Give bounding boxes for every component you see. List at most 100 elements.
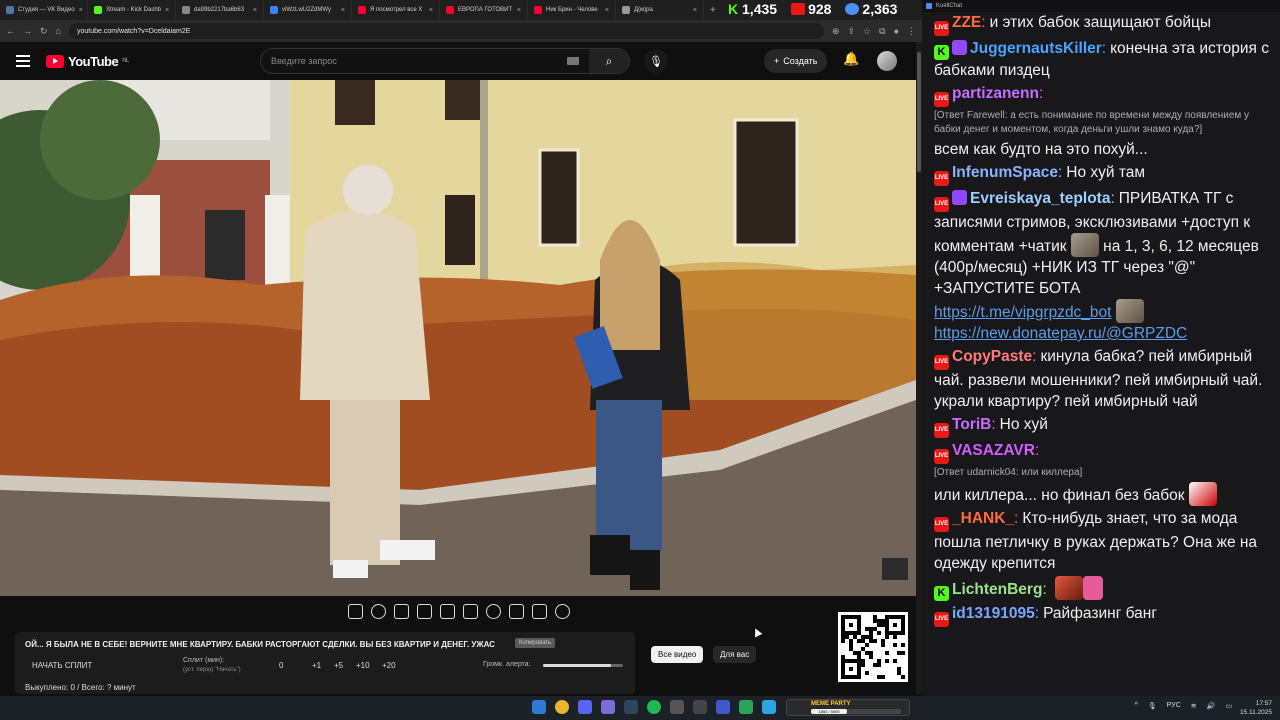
- browser-tab[interactable]: Д(м)ра ×: [616, 0, 704, 20]
- tab-label: Д(м)ра: [634, 7, 653, 13]
- profile-icon[interactable]: ●: [894, 26, 899, 36]
- scrollbar-thumb[interactable]: [917, 52, 921, 172]
- split-value-zero[interactable]: 0: [279, 661, 283, 670]
- mic-tray-icon[interactable]: 🎙: [1148, 702, 1157, 710]
- close-tab-icon[interactable]: ×: [165, 7, 169, 14]
- close-tab-icon[interactable]: ×: [79, 7, 83, 14]
- chat-text: или киллера... но финал без бабок: [934, 487, 1185, 504]
- chat-username[interactable]: CopyPaste: [952, 348, 1032, 365]
- chat-username[interactable]: id13191095: [952, 605, 1035, 622]
- chat-text: Но хуй: [999, 416, 1048, 433]
- settings-gear-icon[interactable]: [555, 604, 570, 619]
- tray-chevron-icon[interactable]: ^: [1135, 702, 1138, 710]
- clapper-icon[interactable]: [417, 604, 432, 619]
- clock[interactable]: 17:57 15.11.2025: [1240, 699, 1272, 717]
- extensions-icon[interactable]: ⧉: [879, 26, 885, 37]
- chat-link[interactable]: https://new.donatepay.ru/@GRPZDC: [934, 325, 1187, 342]
- picture-icon[interactable]: [440, 604, 455, 619]
- alert-volume-label: Громк. алерта:: [483, 661, 531, 668]
- keyboard-icon[interactable]: [567, 57, 579, 65]
- chrome-icon[interactable]: [555, 700, 569, 714]
- back-icon[interactable]: ←: [6, 26, 15, 36]
- chat-username[interactable]: Evreiskaya_teplota: [970, 190, 1110, 207]
- mouse-cursor-icon: [751, 626, 763, 638]
- battery-icon[interactable]: ▭: [1225, 702, 1232, 710]
- close-tab-icon[interactable]: ×: [605, 7, 609, 14]
- close-tab-icon[interactable]: ×: [693, 7, 697, 14]
- spotify-icon[interactable]: [647, 700, 661, 714]
- split-add-1-button[interactable]: +1: [312, 661, 321, 670]
- browser-tab[interactable]: Stream - Kick Dashb ×: [88, 0, 176, 20]
- reply-quote: [Ответ udarnick04: или киллера]: [934, 467, 1083, 478]
- volume-icon[interactable]: 🔊: [1207, 702, 1216, 710]
- voice-search-button[interactable]: 🎙: [644, 49, 668, 73]
- app-icon-2[interactable]: [693, 700, 707, 714]
- split-add-5-button[interactable]: +5: [334, 661, 343, 670]
- radio-icon[interactable]: [394, 604, 409, 619]
- cat-emote-icon: [1115, 299, 1144, 323]
- new-tab-icon[interactable]: +: [704, 5, 722, 16]
- loop-icon[interactable]: [348, 604, 363, 619]
- split-add-10-button[interactable]: +10: [356, 661, 370, 670]
- split-add-20-button[interactable]: +20: [382, 661, 396, 670]
- start-split-button[interactable]: НАЧАТЬ СПЛИТ: [32, 661, 92, 670]
- chat-username[interactable]: ZZE: [952, 14, 981, 31]
- filmstrip-icon[interactable]: [463, 604, 478, 619]
- forward-icon[interactable]: →: [23, 26, 32, 36]
- windows-start-icon[interactable]: [532, 700, 546, 714]
- copy-button[interactable]: Копировать: [515, 638, 556, 648]
- meme-party-widget[interactable]: MEME PARTY 1850 / 5000: [786, 699, 910, 716]
- chat-username[interactable]: JuggernautsKiller: [970, 40, 1102, 57]
- search-button[interactable]: ⌕: [589, 49, 629, 73]
- bookmark-star-icon[interactable]: ☆: [863, 26, 871, 37]
- chat-username[interactable]: _HANK_: [952, 510, 1014, 527]
- live-viewer-count: 928: [791, 1, 831, 17]
- chat-username[interactable]: InfenumSpace: [952, 164, 1058, 181]
- chat-username[interactable]: VASAZAVR: [952, 442, 1035, 459]
- camera-icon[interactable]: [532, 604, 547, 619]
- chat-link[interactable]: https://t.me/vipgrpzdc_bot: [934, 304, 1111, 321]
- filter-for-you[interactable]: Для вас: [713, 646, 757, 663]
- search-box[interactable]: Введите запрос ⌕: [260, 48, 630, 74]
- close-tab-icon[interactable]: ×: [429, 7, 433, 14]
- notifications-bell-icon[interactable]: 🔔: [843, 51, 859, 67]
- speed-gauge-icon[interactable]: [486, 604, 501, 619]
- chat-username[interactable]: ToriB: [952, 416, 991, 433]
- share-icon[interactable]: ⇪: [848, 26, 856, 37]
- close-tab-icon[interactable]: ×: [341, 7, 345, 14]
- browser-tab[interactable]: da99b2217ba6b63 ×: [176, 0, 264, 20]
- language-indicator[interactable]: РУС: [1167, 702, 1181, 710]
- avatar[interactable]: [877, 51, 897, 71]
- chat-username[interactable]: partizanenn: [952, 85, 1039, 102]
- home-icon[interactable]: ⌂: [56, 26, 61, 36]
- filter-all-videos[interactable]: Все видео: [651, 646, 704, 663]
- telegram-icon[interactable]: [762, 700, 776, 714]
- browser-tab[interactable]: ЕВРОПА ГОТОВИТ ×: [440, 0, 528, 20]
- url-field[interactable]: youtube.com/watch?v=Dceldaiam2E: [68, 23, 824, 39]
- app-icon-1[interactable]: [670, 700, 684, 714]
- discord-icon[interactable]: [578, 700, 592, 714]
- alert-volume-slider[interactable]: [543, 664, 623, 667]
- browser-tab[interactable]: Ник Брин - Челове ×: [528, 0, 616, 20]
- youtube-logo[interactable]: YouTube NL: [46, 54, 129, 69]
- video-player[interactable]: [0, 80, 916, 596]
- create-button[interactable]: + Создать: [764, 49, 828, 73]
- menu-icon[interactable]: ⋮: [907, 26, 916, 37]
- close-tab-icon[interactable]: ×: [253, 7, 257, 14]
- add-clip-icon[interactable]: [509, 604, 524, 619]
- broadcast-icon[interactable]: [371, 604, 386, 619]
- close-tab-icon[interactable]: ×: [517, 7, 521, 14]
- steam-icon[interactable]: [624, 700, 638, 714]
- reload-icon[interactable]: ↻: [40, 26, 48, 37]
- browser-tab[interactable]: Студия — VK Видео ×: [0, 0, 88, 20]
- menu-hamburger-icon[interactable]: [16, 52, 30, 70]
- search-input[interactable]: Введите запрос: [261, 56, 567, 66]
- chat-username[interactable]: LichtenBerg: [952, 581, 1042, 598]
- app-icon-3[interactable]: [716, 700, 730, 714]
- obs-icon[interactable]: [601, 700, 615, 714]
- browser-tab[interactable]: Я посмотрел все Х ×: [352, 0, 440, 20]
- wifi-icon[interactable]: ≋: [1191, 702, 1197, 710]
- browser-tab[interactable]: viWzLwU2ZdMWy ×: [264, 0, 352, 20]
- app-icon-4[interactable]: [739, 700, 753, 714]
- zoom-icon[interactable]: ⊕: [832, 26, 840, 37]
